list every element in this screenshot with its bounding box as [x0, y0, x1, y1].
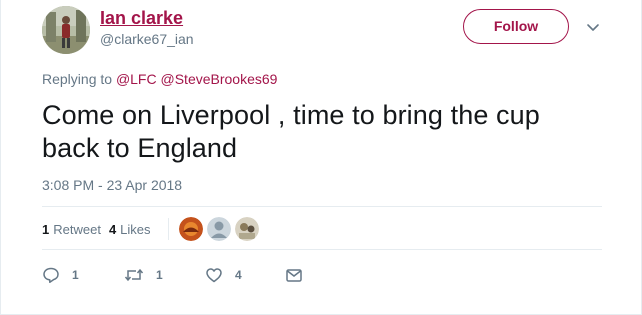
stats-separator [167, 218, 169, 240]
retweet-count: 1 [156, 268, 163, 282]
mention-stevebrookes69[interactable]: @SteveBrookes69 [161, 71, 278, 87]
retweets-stat[interactable]: 1 Retweet [42, 222, 101, 237]
reply-button[interactable]: 1 [42, 264, 79, 286]
liker-avatar[interactable] [206, 217, 231, 241]
tweet-timestamp[interactable]: 3:08 PM - 23 Apr 2018 [42, 176, 182, 194]
divider [42, 206, 602, 207]
tweet-card: Ian clarke @clarke67_ian Follow Replying… [0, 0, 642, 315]
chevron-down-icon[interactable] [584, 18, 602, 36]
avatar[interactable] [42, 6, 90, 54]
tweet-text: Come on Liverpool , time to bring the cu… [42, 100, 540, 163]
direct-message-button[interactable] [285, 264, 315, 286]
author-display-name[interactable]: Ian clarke [100, 6, 183, 30]
liker-avatars [178, 217, 263, 241]
retweets-label: Retweet [53, 221, 101, 237]
likes-stat[interactable]: 4 Likes [109, 222, 151, 237]
likes-label: Likes [120, 221, 151, 237]
retweets-count: 1 [42, 221, 50, 237]
like-button[interactable]: 4 [205, 264, 242, 286]
mention-lfc[interactable]: @LFC [116, 71, 157, 87]
author-handle[interactable]: @clarke67_ian [100, 30, 194, 48]
liker-avatar[interactable] [234, 217, 259, 241]
message-icon [286, 269, 302, 282]
liker-avatar[interactable] [178, 217, 203, 241]
retweet-button[interactable]: 1 [124, 264, 163, 286]
heart-icon [206, 268, 222, 283]
replying-to: Replying to @LFC @SteveBrookes69 [42, 70, 277, 88]
follow-button[interactable]: Follow [463, 9, 569, 44]
replying-to-label: Replying to [42, 71, 113, 87]
retweet-icon [124, 268, 144, 282]
reply-icon [43, 267, 59, 284]
like-count: 4 [235, 268, 242, 282]
tweet-stats: 1 Retweet 4 Likes [42, 217, 263, 241]
divider [42, 249, 602, 250]
likes-count: 4 [108, 221, 117, 237]
reply-count: 1 [72, 268, 79, 282]
